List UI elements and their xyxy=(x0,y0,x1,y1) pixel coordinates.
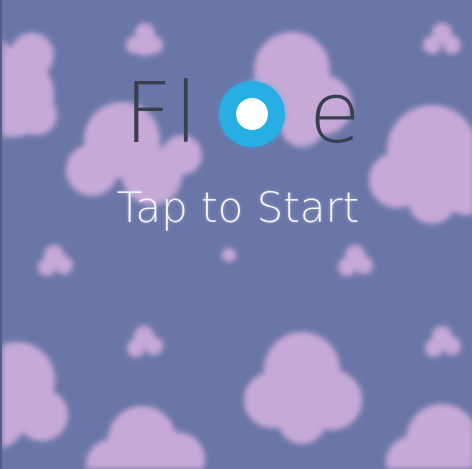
cloud-small-center xyxy=(222,248,236,262)
cloud-bottom-center xyxy=(244,332,362,444)
cloud-small-lower-left xyxy=(127,326,163,357)
cloud-bottom-right xyxy=(386,404,472,469)
title-text-left: Fl xyxy=(124,64,200,162)
cloud-small-right xyxy=(338,245,373,276)
cloud-small-left xyxy=(38,245,73,276)
game-screen[interactable]: Fl e Tap to Start xyxy=(0,0,472,469)
cloud-bottom-left xyxy=(2,342,68,448)
cloud-small-lower-right xyxy=(425,326,461,357)
title-text-right: e xyxy=(309,64,363,162)
cloud-small-top-right xyxy=(423,23,461,54)
tap-to-start-prompt[interactable]: Tap to Start xyxy=(2,180,472,236)
blue-ring-icon xyxy=(219,81,285,147)
cloud-bottom-mid-left xyxy=(86,406,205,469)
ring-core xyxy=(236,98,268,130)
cloud-small-top xyxy=(126,23,163,56)
